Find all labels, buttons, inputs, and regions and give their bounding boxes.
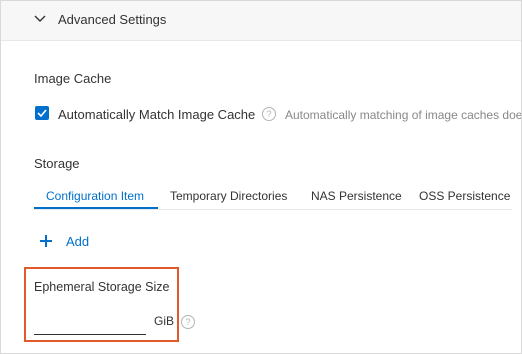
check-icon — [37, 109, 47, 117]
ephemeral-storage-label: Ephemeral Storage Size — [34, 280, 170, 294]
help-icon[interactable]: ? — [262, 107, 276, 121]
plus-icon — [40, 235, 52, 247]
auto-match-description: Automatically matching of image caches d… — [285, 108, 522, 122]
panel-title: Advanced Settings — [58, 12, 167, 27]
panel-header[interactable]: Advanced Settings — [1, 1, 521, 41]
image-cache-label: Image Cache — [34, 71, 112, 86]
ephemeral-storage-input[interactable] — [34, 305, 146, 335]
auto-match-label[interactable]: Automatically Match Image Cache — [58, 107, 255, 122]
add-label: Add — [66, 233, 90, 249]
tab-nas-persistence[interactable]: NAS Persistence — [311, 189, 402, 203]
tab-temporary-directories[interactable]: Temporary Directories — [170, 189, 287, 203]
add-button[interactable]: Add — [39, 231, 89, 251]
help-icon[interactable]: ? — [181, 315, 195, 329]
active-tab-indicator — [34, 207, 158, 209]
chevron-down-icon[interactable] — [34, 15, 46, 23]
tab-configuration-item[interactable]: Configuration Item — [46, 189, 144, 203]
storage-label: Storage — [34, 156, 80, 171]
advanced-settings-panel: Advanced Settings Image Cache Automatica… — [0, 0, 522, 354]
storage-tabs: Configuration Item Temporary Directories… — [34, 181, 512, 210]
tab-oss-persistence[interactable]: OSS Persistence — [419, 189, 510, 203]
auto-match-checkbox[interactable] — [35, 106, 49, 120]
unit-label: GiB — [154, 314, 175, 328]
